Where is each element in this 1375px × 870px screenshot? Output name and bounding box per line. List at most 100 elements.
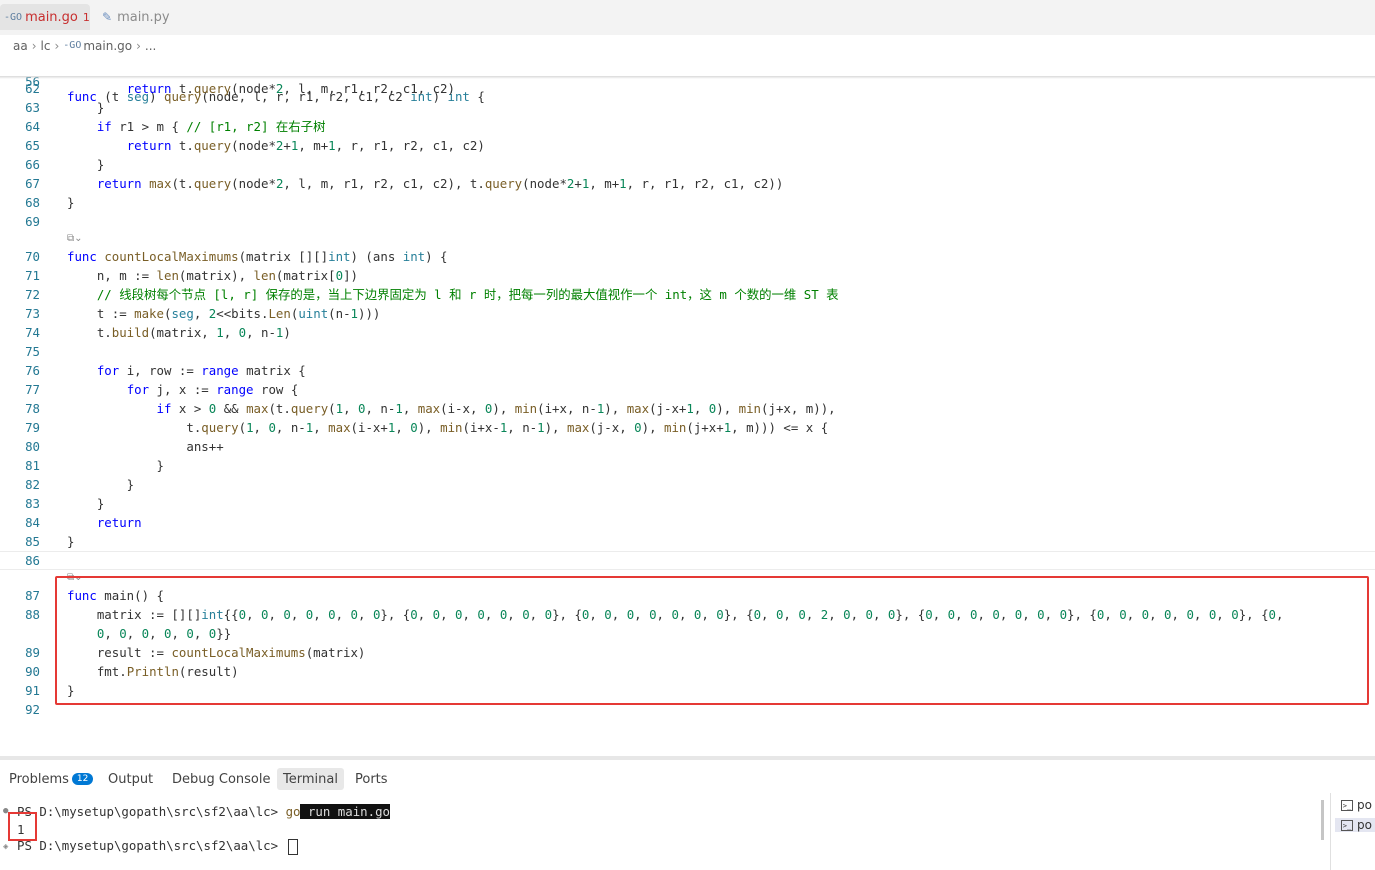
problem-count-badge: 1 <box>82 10 90 24</box>
line-number: 71 <box>25 268 40 283</box>
code-line[interactable]: 79 t.query(1, 0, n-1, max(i-x+1, 0), min… <box>0 418 1375 437</box>
code-text: if r1 > m { // [r1, r2] 在右子树 <box>96 119 326 134</box>
code-line[interactable]: 84 return <box>0 513 1375 532</box>
line-number: 87 <box>25 588 40 603</box>
tab-label: Problems <box>9 771 69 787</box>
code-line[interactable]: 69 <box>0 212 1375 231</box>
line-number: 64 <box>25 119 40 134</box>
tab-output[interactable]: Output <box>108 768 153 790</box>
sticky-scroll-divider <box>0 76 1375 79</box>
current-line-highlight <box>0 551 1375 570</box>
terminal-prompt: PS D:\mysetup\gopath\src\sf2\aa\lc> <box>17 804 286 819</box>
code-text: return t.query(node*2, l, m, r1, r2, c1,… <box>126 81 455 96</box>
code-text: // 线段树每个节点 [l, r] 保存的是，当上下边界固定为 l 和 r 时，… <box>96 287 839 302</box>
line-number: 77 <box>25 382 40 397</box>
tab-problems[interactable]: Problems 12 <box>9 768 94 790</box>
tab-terminal[interactable]: Terminal <box>277 768 344 790</box>
terminal-list-item[interactable]: >_ po <box>1341 798 1372 812</box>
breadcrumb-item[interactable]: ... <box>145 39 156 53</box>
code-line[interactable]: 85} <box>0 532 1375 551</box>
terminal-view[interactable]: ● PS D:\mysetup\gopath\src\sf2\aa\lc> go… <box>0 800 1320 870</box>
command-status-icon: ◈ <box>3 842 9 852</box>
line-number: 72 <box>25 287 40 302</box>
terminal-list: >_ po >_ po <box>1330 793 1375 870</box>
code-line[interactable]: 75 <box>0 342 1375 361</box>
terminal-list-item[interactable]: >_ po <box>1335 818 1375 832</box>
terminal-name: po <box>1357 818 1372 832</box>
editor-tab-bar: -GO main.go 1 ✎ main.py <box>0 0 1375 35</box>
line-number: 92 <box>25 702 40 717</box>
terminal-scrollbar[interactable] <box>1321 800 1324 840</box>
line-number: 70 <box>25 249 40 264</box>
code-line[interactable]: 68} <box>0 193 1375 212</box>
code-line[interactable]: 80 ans++ <box>0 437 1375 456</box>
chevron-right-icon: › <box>136 38 141 53</box>
code-line[interactable]: 82 } <box>0 475 1375 494</box>
code-line[interactable]: 70 func countLocalMaximums(matrix [][]int… <box>0 247 1375 266</box>
line-number: 82 <box>25 477 40 492</box>
line-number: 66 <box>25 157 40 172</box>
chevron-right-icon: › <box>54 38 60 53</box>
code-line[interactable]: 77 for j, x := range row { <box>0 380 1375 399</box>
tab-label: Terminal <box>283 771 338 787</box>
tab-main-py[interactable]: ✎ main.py <box>98 4 170 30</box>
tab-main-go[interactable]: -GO main.go 1 <box>0 4 90 30</box>
code-line[interactable]: 66 } <box>0 155 1375 174</box>
code-text: t := make(seg, 2<<bits.Len(uint(n-1))) <box>67 306 381 321</box>
line-number: 62 <box>25 81 40 96</box>
line-number: 74 <box>25 325 40 340</box>
chevron-right-icon: › <box>31 38 37 53</box>
code-lens-icon[interactable]: ⧉⌄ <box>67 233 83 244</box>
terminal-prompt-line[interactable]: PS D:\mysetup\gopath\src\sf2\aa\lc> <box>17 838 298 855</box>
line-number: 78 <box>25 401 40 416</box>
output-highlight-box <box>8 812 37 841</box>
terminal-cursor <box>287 838 298 855</box>
code-text: } <box>67 100 105 115</box>
line-number: 65 <box>25 138 40 153</box>
code-line[interactable]: 83 } <box>0 494 1375 513</box>
tab-label: Ports <box>355 771 388 787</box>
breadcrumb-item[interactable]: main.go <box>83 39 132 53</box>
code-line[interactable]: 64 if r1 > m { // [r1, r2] 在右子树 <box>0 117 1375 136</box>
breadcrumb: aa › lc › -GO main.go › ... <box>0 35 1375 56</box>
code-text: } <box>67 477 135 492</box>
breadcrumb-item[interactable]: lc <box>41 39 51 53</box>
breadcrumb-item[interactable]: aa <box>13 39 28 53</box>
code-text: return <box>96 515 142 530</box>
code-line[interactable]: 62 return t.query(node*2, l, m, r1, r2, … <box>0 79 1375 98</box>
code-line[interactable]: 65 return t.query(node*2+1, m+1, r, r1, … <box>0 136 1375 155</box>
tab-label: main.go <box>25 9 78 25</box>
line-number: 79 <box>25 420 40 435</box>
line-number: 76 <box>25 363 40 378</box>
line-number: 90 <box>25 664 40 679</box>
line-number: 63 <box>25 100 40 115</box>
code-text: } <box>67 195 75 210</box>
terminal-icon: >_ <box>1341 799 1353 811</box>
code-line[interactable]: 78 if x > 0 && max(t.query(1, 0, n-1, ma… <box>0 399 1375 418</box>
line-number: 89 <box>25 645 40 660</box>
code-line[interactable]: 81 } <box>0 456 1375 475</box>
line-number: 75 <box>25 344 40 359</box>
panel-resize-sash[interactable] <box>0 756 1375 760</box>
terminal-command: go <box>285 804 301 819</box>
tab-ports[interactable]: Ports <box>355 768 388 790</box>
terminal-name: po <box>1357 798 1372 812</box>
code-line[interactable]: 76 for i, row := range matrix { <box>0 361 1375 380</box>
code-text: } <box>67 496 105 511</box>
code-line[interactable]: 63 } <box>0 98 1375 117</box>
python-file-icon: ✎ <box>102 10 113 24</box>
code-line[interactable]: 74 t.build(matrix, 1, 0, n-1) <box>0 323 1375 342</box>
code-line[interactable]: 67 return max(t.query(node*2, l, m, r1, … <box>0 174 1375 193</box>
line-number: 83 <box>25 496 40 511</box>
code-text: t.query(1, 0, n-1, max(i-x+1, 0), min(i+… <box>67 420 829 435</box>
problems-count-badge: 12 <box>71 773 94 785</box>
code-line[interactable]: 71 n, m := len(matrix), len(matrix[0]) <box>0 266 1375 285</box>
go-file-icon: -GO <box>4 11 23 23</box>
code-line[interactable]: 72 // 线段树每个节点 [l, r] 保存的是，当上下边界固定为 l 和 r… <box>0 285 1375 304</box>
code-line[interactable]: 73 t := make(seg, 2<<bits.Len(uint(n-1))… <box>0 304 1375 323</box>
code-text: } <box>67 534 75 549</box>
code-text: return max(t.query(node*2, l, m, r1, r2,… <box>96 176 784 191</box>
sticky-scroll-line[interactable]: 56 func (t seg) query(node, l, r, r1, r2… <box>0 57 1375 104</box>
code-text: n, m := len(matrix), len(matrix[0]) <box>67 268 358 283</box>
tab-debug-console[interactable]: Debug Console <box>172 768 271 790</box>
